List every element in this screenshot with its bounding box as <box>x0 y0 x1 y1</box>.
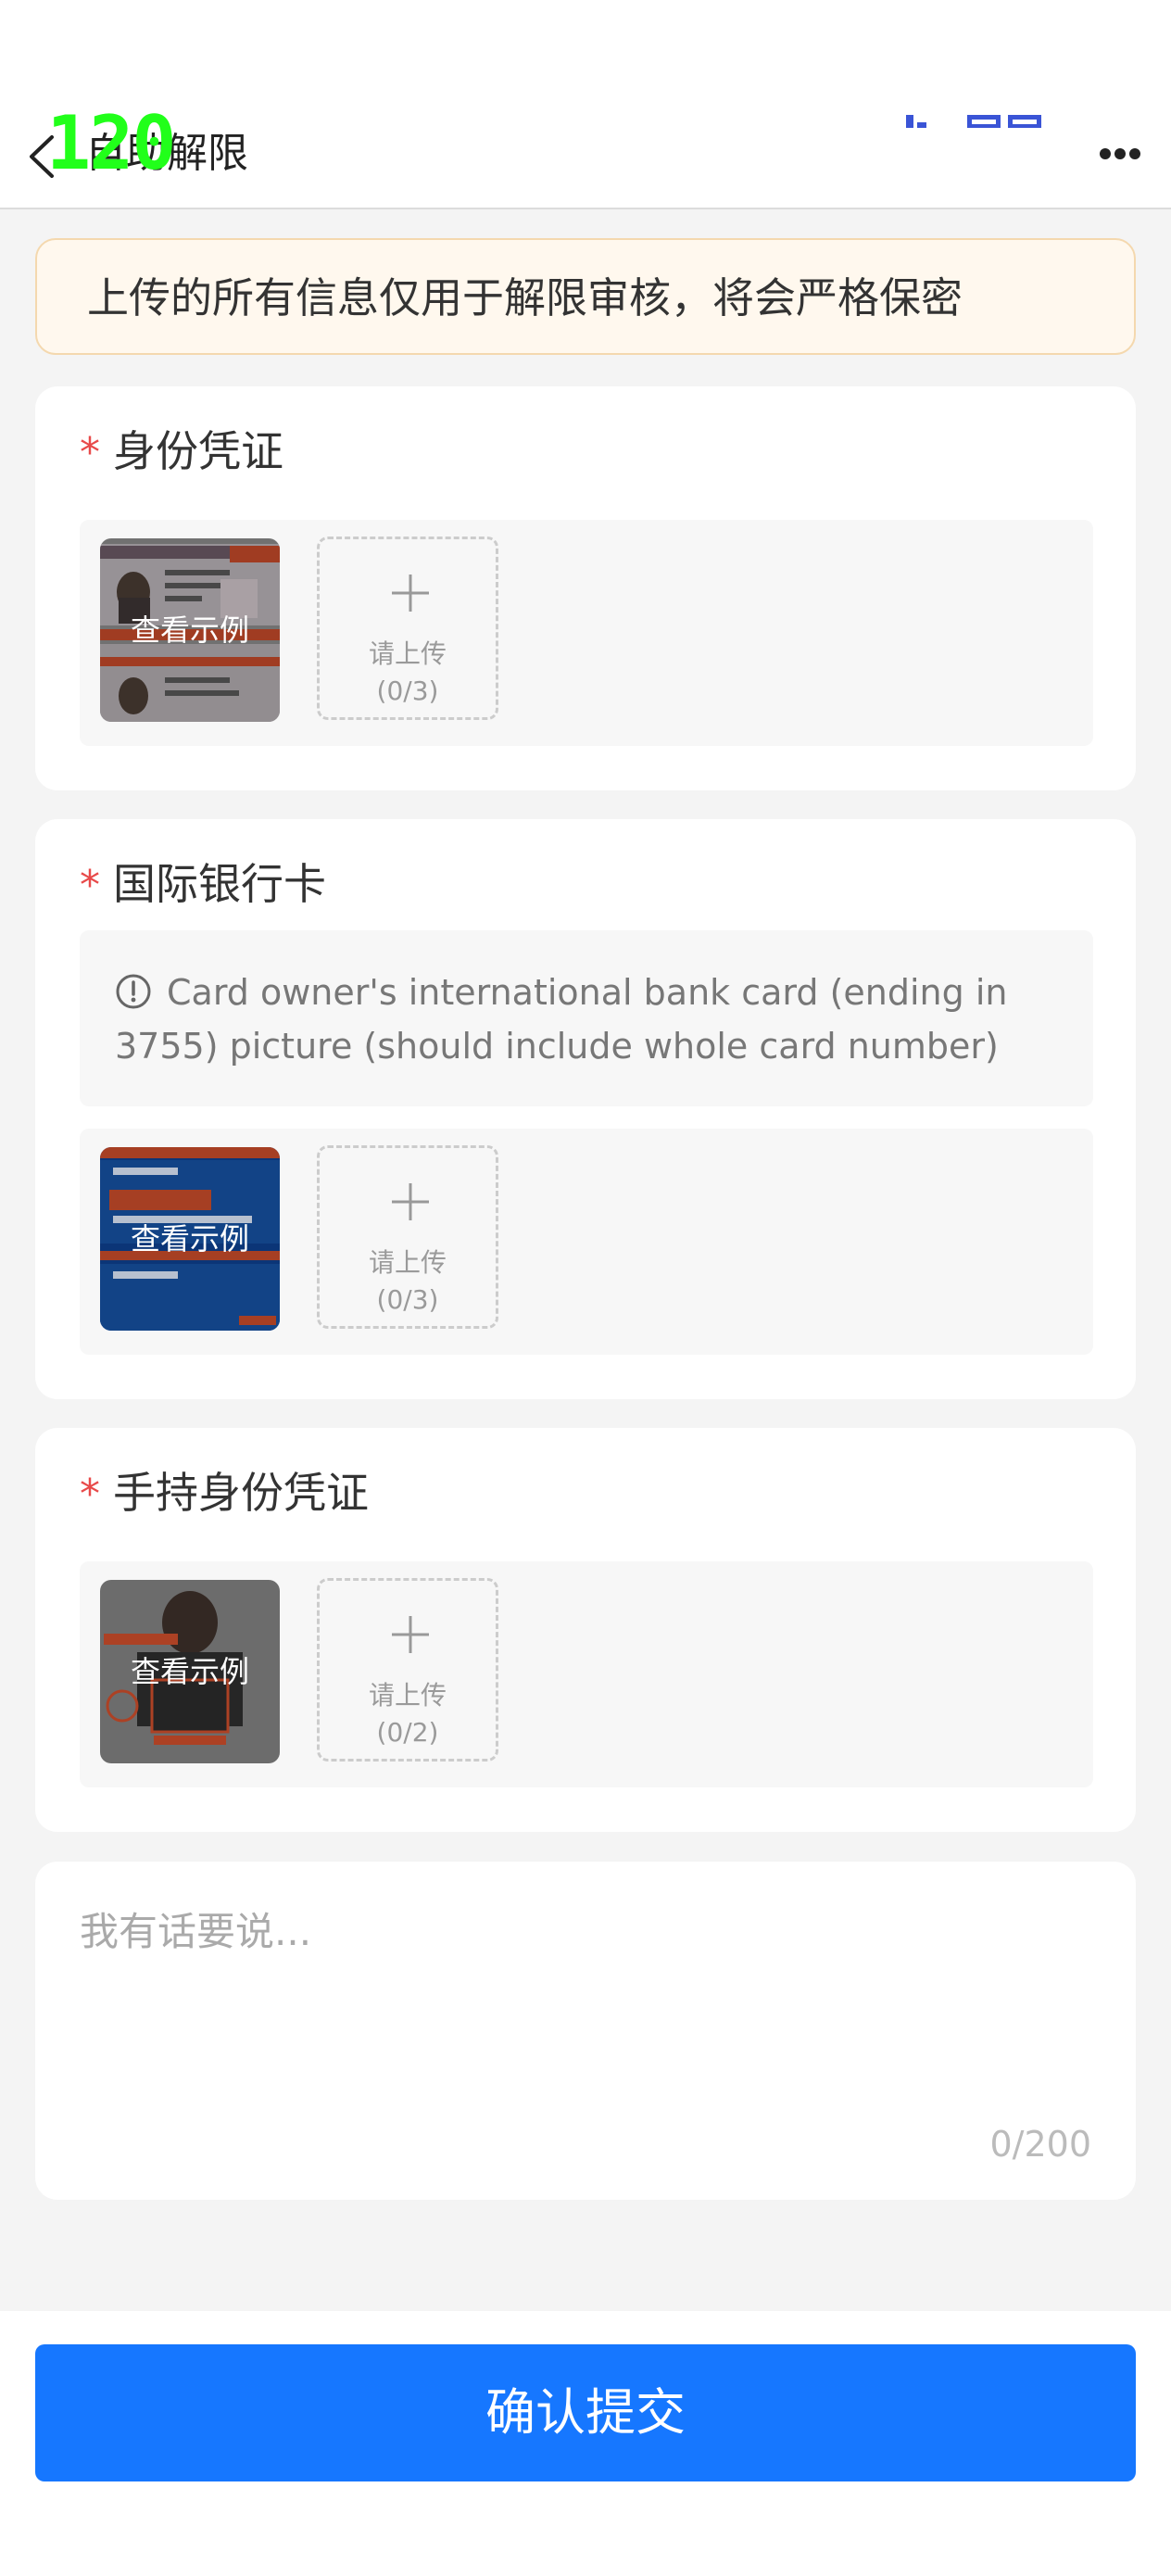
required-mark: * <box>80 429 100 476</box>
comment-section: 0/200 <box>35 1862 1136 2200</box>
upload-button[interactable]: 请上传 (0/3) <box>317 537 498 720</box>
bank-card-section: * 国际银行卡 Card owner's international bank c… <box>35 819 1136 1399</box>
bank-card-tip: Card owner's international bank card (en… <box>80 930 1093 1106</box>
view-sample-label: 查看示例 <box>130 612 249 648</box>
section-title: * 手持身份凭证 <box>80 1467 369 1521</box>
required-mark: * <box>80 1471 100 1518</box>
plus-icon <box>392 575 429 612</box>
upload-area: 查看示例 请上传 (0/2) <box>80 1561 1093 1787</box>
id-proof-section: * 身份凭证 查看示例 请上传 (0/3) <box>35 386 1136 790</box>
character-counter: 0/200 <box>989 2124 1091 2165</box>
section-title-text: 手持身份凭证 <box>113 1468 369 1518</box>
section-title: * 国际银行卡 <box>80 858 326 912</box>
upload-label: 请上传 <box>368 638 447 669</box>
bottom-action-bar: 确认提交 <box>0 2311 1171 2576</box>
required-mark: * <box>80 862 100 909</box>
upload-label: 请上传 <box>368 1680 447 1711</box>
upload-area: 查看示例 请上传 (0/3) <box>80 1129 1093 1355</box>
plus-icon <box>392 1183 429 1220</box>
handheld-id-section: * 手持身份凭证 查看示例 请上传 (0/2) <box>35 1428 1136 1832</box>
bank-card-sample-thumbnail[interactable]: 查看示例 <box>100 1147 280 1331</box>
view-sample-label: 查看示例 <box>130 1654 249 1689</box>
upload-count: (0/3) <box>376 1284 439 1315</box>
comment-input[interactable] <box>80 1900 1093 2086</box>
privacy-notice-text: 上传的所有信息仅用于解限审核，将会严格保密 <box>87 273 963 322</box>
bank-card-tip-text: Card owner's international bank card (en… <box>115 972 1008 1067</box>
view-sample-label: 查看示例 <box>130 1221 249 1256</box>
overlay-number: 120 <box>46 100 176 186</box>
upload-button[interactable]: 请上传 (0/2) <box>317 1578 498 1762</box>
upload-count: (0/2) <box>376 1717 439 1748</box>
upload-count: (0/3) <box>376 676 439 706</box>
plus-icon <box>392 1616 429 1653</box>
upload-label: 请上传 <box>368 1247 447 1278</box>
upload-area: 查看示例 请上传 (0/3) <box>80 520 1093 746</box>
handheld-sample-thumbnail[interactable]: 查看示例 <box>100 1580 280 1763</box>
privacy-notice: 上传的所有信息仅用于解限审核，将会严格保密 <box>35 238 1136 355</box>
navigation-bar: 自助解限 120 <box>0 0 1171 209</box>
more-horizontal-icon[interactable] <box>1099 146 1141 161</box>
status-mark-icon <box>906 115 1041 128</box>
section-title-text: 身份凭证 <box>113 426 283 476</box>
section-title-text: 国际银行卡 <box>113 859 326 909</box>
section-title: * 身份凭证 <box>80 425 283 479</box>
upload-button[interactable]: 请上传 (0/3) <box>317 1145 498 1329</box>
submit-button[interactable]: 确认提交 <box>35 2344 1136 2481</box>
id-sample-thumbnail[interactable]: 查看示例 <box>100 538 280 722</box>
